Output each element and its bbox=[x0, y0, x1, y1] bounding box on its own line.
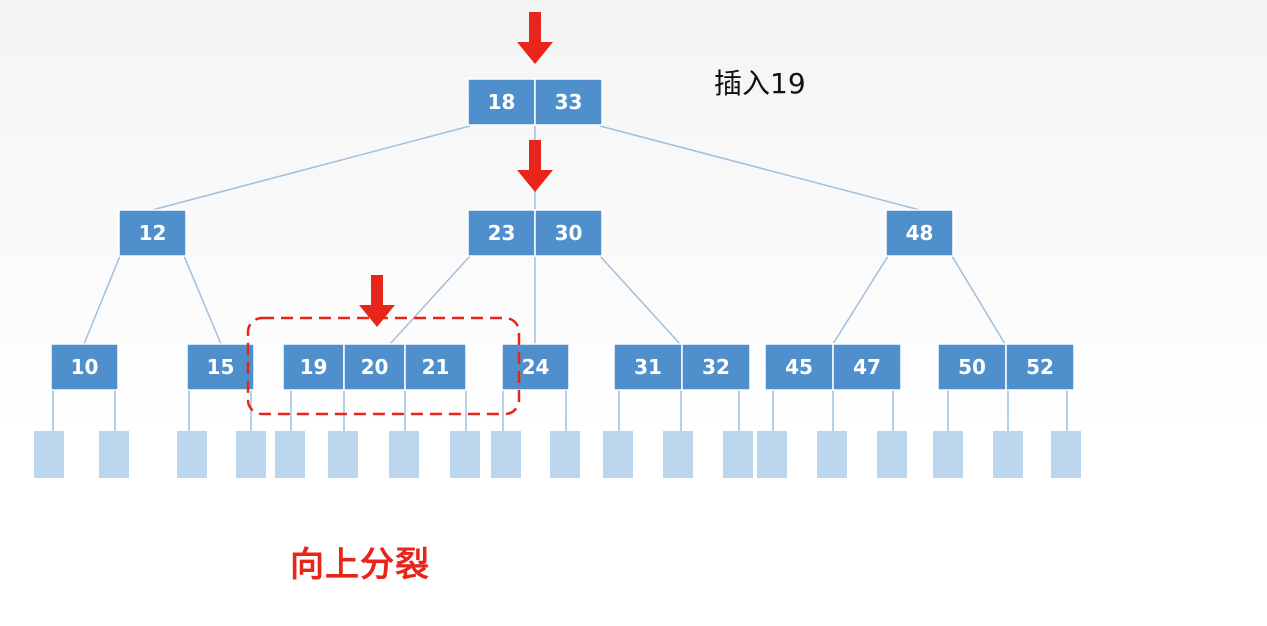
leaf-node bbox=[328, 431, 358, 478]
node-key: 18 bbox=[488, 90, 516, 114]
node-key: 48 bbox=[906, 221, 934, 245]
edge-12-10 bbox=[83, 255, 121, 345]
edge-root-48 bbox=[599, 125, 921, 211]
leaf-node bbox=[236, 431, 266, 478]
node-n12: 12 bbox=[118, 209, 187, 257]
leaf-node bbox=[663, 431, 693, 478]
node-key: 24 bbox=[522, 355, 550, 379]
leaf-node bbox=[450, 431, 480, 478]
node-key: 21 bbox=[422, 355, 450, 379]
node-n10: 10 bbox=[50, 343, 119, 391]
leaf-node bbox=[877, 431, 907, 478]
node-key: 15 bbox=[207, 355, 235, 379]
down-arrow-icon bbox=[517, 140, 553, 192]
node-key: 30 bbox=[555, 221, 583, 245]
leaf-node bbox=[993, 431, 1023, 478]
node-key: 20 bbox=[361, 355, 389, 379]
leaf-node bbox=[603, 431, 633, 478]
node-n15: 15 bbox=[186, 343, 255, 391]
leaf-nodes bbox=[34, 431, 1081, 478]
edge-2330-3132 bbox=[599, 255, 681, 345]
leaf-node bbox=[757, 431, 787, 478]
node-key: 19 bbox=[300, 355, 328, 379]
node-key: 52 bbox=[1026, 355, 1054, 379]
leaf-node bbox=[933, 431, 963, 478]
node-n24: 24 bbox=[501, 343, 570, 391]
node-key: 45 bbox=[785, 355, 813, 379]
edge-48-4547 bbox=[832, 255, 889, 345]
leaf-node bbox=[1051, 431, 1081, 478]
leaf-node bbox=[34, 431, 64, 478]
node-n4547: 45 47 bbox=[764, 343, 902, 391]
node-key: 47 bbox=[853, 355, 881, 379]
node-key: 31 bbox=[634, 355, 662, 379]
leaf-node bbox=[177, 431, 207, 478]
edge-48-5052 bbox=[951, 255, 1006, 345]
b-tree-diagram: 18 3312 23 30 4810 15 19 20 21 24 31 32 45 47 50 52 bbox=[34, 12, 1081, 478]
leaf-node bbox=[491, 431, 521, 478]
edge-root-12 bbox=[151, 125, 471, 211]
node-key: 10 bbox=[71, 355, 99, 379]
node-n48: 48 bbox=[885, 209, 954, 257]
leaf-node bbox=[817, 431, 847, 478]
node-key: 23 bbox=[488, 221, 516, 245]
insert-caption: 插入19 bbox=[714, 67, 806, 100]
node-n192021: 19 20 21 bbox=[282, 343, 467, 391]
node-key: 33 bbox=[555, 90, 583, 114]
leaf-node bbox=[389, 431, 419, 478]
key-nodes: 18 3312 23 30 4810 15 19 20 21 24 31 32 45 47 50 52 bbox=[50, 78, 1075, 391]
leaf-node bbox=[723, 431, 753, 478]
leaf-node bbox=[99, 431, 129, 478]
edge-12-15 bbox=[183, 255, 222, 345]
leaf-node bbox=[550, 431, 580, 478]
node-key: 32 bbox=[702, 355, 730, 379]
node-key: 50 bbox=[958, 355, 986, 379]
node-n2330: 23 30 bbox=[467, 209, 603, 257]
edge-2330-192021 bbox=[389, 255, 471, 345]
node-n3132: 31 32 bbox=[613, 343, 751, 391]
split-up-caption: 向上分裂 bbox=[290, 545, 430, 585]
down-arrow-icon bbox=[517, 12, 553, 64]
leaf-edges bbox=[52, 390, 1068, 431]
node-root: 18 33 bbox=[467, 78, 603, 126]
node-key: 12 bbox=[139, 221, 167, 245]
node-n5052: 50 52 bbox=[937, 343, 1075, 391]
leaf-node bbox=[275, 431, 305, 478]
